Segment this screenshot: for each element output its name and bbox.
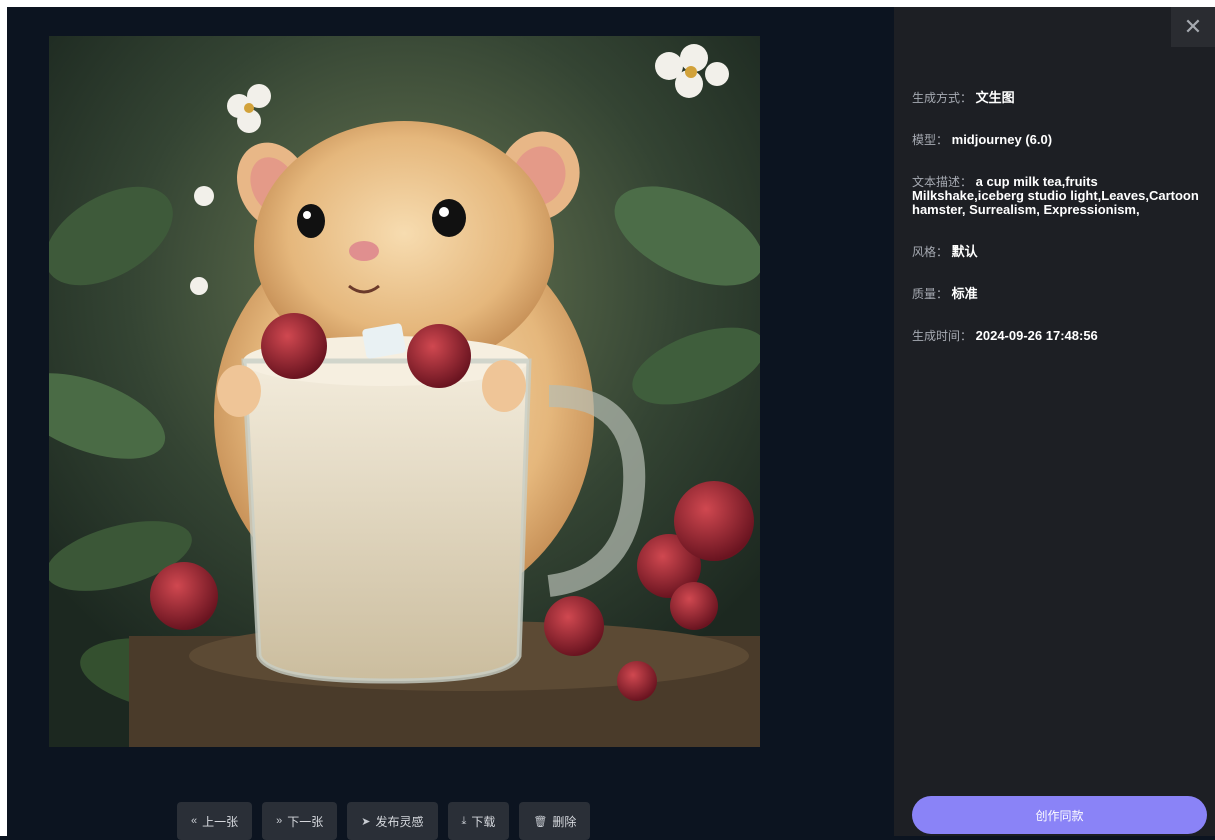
next-image-button[interactable]: » 下一张: [262, 802, 338, 840]
delete-label: 删除: [552, 814, 577, 829]
model-row: 模型： midjourney (6.0): [912, 132, 1204, 148]
next-image-label: 下一张: [287, 814, 324, 829]
created-time-label: 生成时间：: [912, 329, 973, 343]
download-icon: ⤓: [461, 814, 467, 827]
model-value: midjourney (6.0): [951, 132, 1053, 147]
method-value: 文生图: [975, 90, 1015, 105]
prompt-row: 文本描述： a cup milk tea,fruits Milkshake,ic…: [912, 175, 1204, 217]
window-frame-top: [0, 0, 1215, 7]
publish-inspiration-button[interactable]: ➤ 发布灵感: [347, 802, 438, 840]
prompt-label: 文本描述：: [912, 175, 973, 189]
quality-label: 质量：: [912, 287, 949, 301]
created-time-value: 2024-09-26 17:48:56: [975, 328, 1098, 343]
download-button[interactable]: ⤓ 下载: [447, 802, 510, 840]
download-label: 下载: [471, 814, 496, 829]
style-row: 风格： 默认: [912, 244, 1204, 260]
model-label: 模型：: [912, 133, 949, 147]
quality-value: 标准: [951, 286, 978, 301]
double-chevron-left-icon: «: [191, 815, 198, 827]
style-label: 风格：: [912, 245, 949, 259]
image-viewer: « 上一张 » 下一张 ➤ 发布灵感 ⤓ 下载 🗑 删除: [7, 7, 894, 840]
double-chevron-right-icon: »: [276, 815, 283, 827]
generation-info: 生成方式： 文生图 模型： midjourney (6.0) 文本描述： a c…: [912, 91, 1204, 371]
quality-row: 质量： 标准: [912, 286, 1204, 302]
close-button[interactable]: ✕: [1171, 7, 1215, 47]
close-icon: ✕: [1183, 14, 1203, 39]
send-icon: ➤: [361, 815, 371, 828]
viewer-toolbar: « 上一张 » 下一张 ➤ 发布灵感 ⤓ 下载 🗑 删除: [177, 802, 591, 840]
previous-image-button[interactable]: « 上一张: [177, 802, 253, 840]
method-row: 生成方式： 文生图: [912, 90, 1204, 106]
create-same-button[interactable]: 创作同款: [912, 796, 1207, 834]
details-panel: ✕ 生成方式： 文生图 模型： midjourney (6.0) 文本描述： a…: [894, 7, 1215, 836]
delete-button[interactable]: 🗑 删除: [519, 802, 591, 840]
created-time-row: 生成时间： 2024-09-26 17:48:56: [912, 328, 1204, 344]
trash-icon: 🗑: [533, 815, 548, 828]
publish-inspiration-label: 发布灵感: [375, 814, 424, 829]
style-value: 默认: [951, 244, 978, 259]
window-frame-left: [0, 0, 7, 836]
generated-image: [49, 36, 760, 747]
previous-image-label: 上一张: [202, 814, 239, 829]
method-label: 生成方式：: [912, 91, 973, 105]
